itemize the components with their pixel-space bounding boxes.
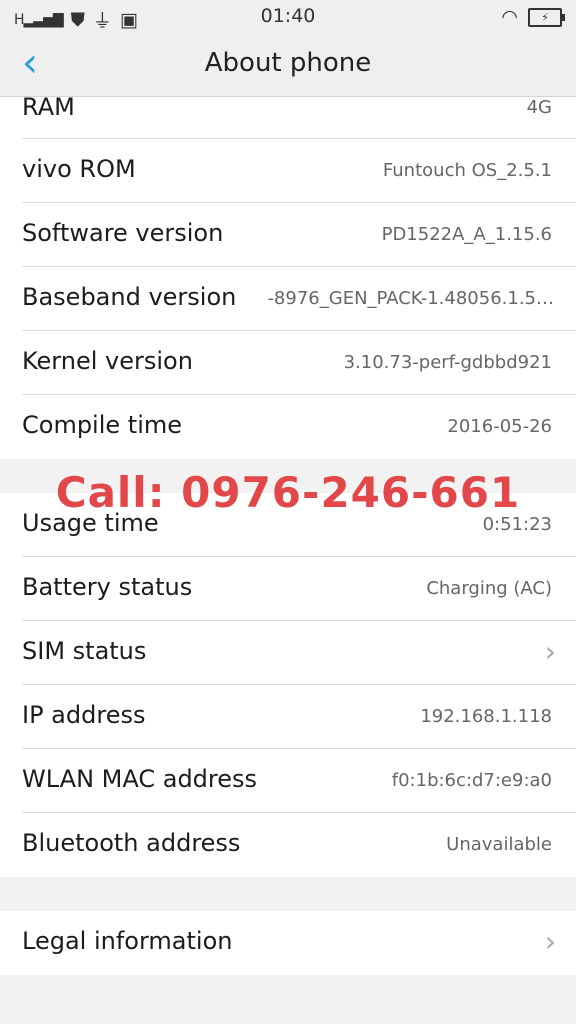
- title-bar: ‹ About phone: [0, 34, 576, 97]
- row-sim-status[interactable]: SIM status ›: [0, 621, 576, 685]
- row-value: Charging (AC): [426, 578, 552, 599]
- row-label: vivo ROM: [22, 155, 136, 183]
- row-label: WLAN MAC address: [22, 765, 258, 793]
- row-label: SIM status: [22, 637, 147, 665]
- row-label: Legal information: [22, 927, 233, 955]
- row-value: 3.10.73-perf-gdbbd921: [343, 352, 552, 373]
- row-bluetooth-address[interactable]: Bluetooth address Unavailable: [0, 813, 576, 877]
- chevron-right-icon: ›: [544, 635, 556, 668]
- row-label: Compile time: [22, 411, 183, 439]
- row-kernel-version[interactable]: Kernel version 3.10.73-perf-gdbbd921: [0, 331, 576, 395]
- row-battery-status[interactable]: Battery status Charging (AC): [0, 557, 576, 621]
- chevron-right-icon: ›: [544, 925, 556, 958]
- wifi-icon: ◠: [501, 6, 518, 28]
- row-label: IP address: [22, 701, 146, 729]
- row-label: RAM: [22, 93, 75, 121]
- row-ram[interactable]: RAM 4G: [0, 93, 576, 139]
- row-compile-time[interactable]: Compile time 2016-05-26: [0, 395, 576, 459]
- settings-list: RAM 4G vivo ROM Funtouch OS_2.5.1 Softwa…: [0, 93, 576, 975]
- row-value: 4G: [526, 97, 552, 118]
- row-wlan-mac-address[interactable]: WLAN MAC address f0:1b:6c:d7:e9:a0: [0, 749, 576, 813]
- row-value: Funtouch OS_2.5.1: [382, 160, 552, 181]
- row-label: Software version: [22, 219, 224, 247]
- section-gap: [0, 459, 576, 493]
- row-label: Kernel version: [22, 347, 193, 375]
- row-software-version[interactable]: Software version PD1522A_A_1.15.6: [0, 203, 576, 267]
- row-label: Battery status: [22, 573, 193, 601]
- row-value: -8976_GEN_PACK-1.48056.1.5…: [267, 288, 554, 309]
- section-gap: [0, 877, 576, 911]
- row-usage-time[interactable]: Usage time 0:51:23: [0, 493, 576, 557]
- row-baseband-version[interactable]: Baseband version -8976_GEN_PACK-1.48056.…: [0, 267, 576, 331]
- row-label: Bluetooth address: [22, 829, 241, 857]
- page-title: About phone: [204, 48, 372, 78]
- status-time: 01:40: [260, 5, 316, 27]
- row-label: Baseband version: [22, 283, 237, 311]
- row-value: 2016-05-26: [447, 416, 552, 437]
- row-legal-information[interactable]: Legal information ›: [0, 911, 576, 975]
- battery-charging-icon: ⚡: [528, 7, 565, 27]
- row-value: Unavailable: [446, 834, 552, 855]
- row-value: 0:51:23: [482, 514, 552, 535]
- row-vivo-rom[interactable]: vivo ROM Funtouch OS_2.5.1: [0, 139, 576, 203]
- row-value: 192.168.1.118: [420, 706, 552, 727]
- row-value: PD1522A_A_1.15.6: [381, 224, 552, 245]
- group-software: RAM 4G vivo ROM Funtouch OS_2.5.1 Softwa…: [0, 93, 576, 459]
- group-legal: Legal information ›: [0, 911, 576, 975]
- row-label: Usage time: [22, 509, 159, 537]
- status-bar: H▂▃▅▇ ⛊ ⏚ ▣ 01:40 ◠ ⚡: [0, 0, 576, 34]
- status-right: ◠ ⚡: [501, 6, 565, 28]
- row-ip-address[interactable]: IP address 192.168.1.118: [0, 685, 576, 749]
- row-value: f0:1b:6c:d7:e9:a0: [391, 770, 552, 791]
- group-status: Usage time 0:51:23 Battery status Chargi…: [0, 493, 576, 877]
